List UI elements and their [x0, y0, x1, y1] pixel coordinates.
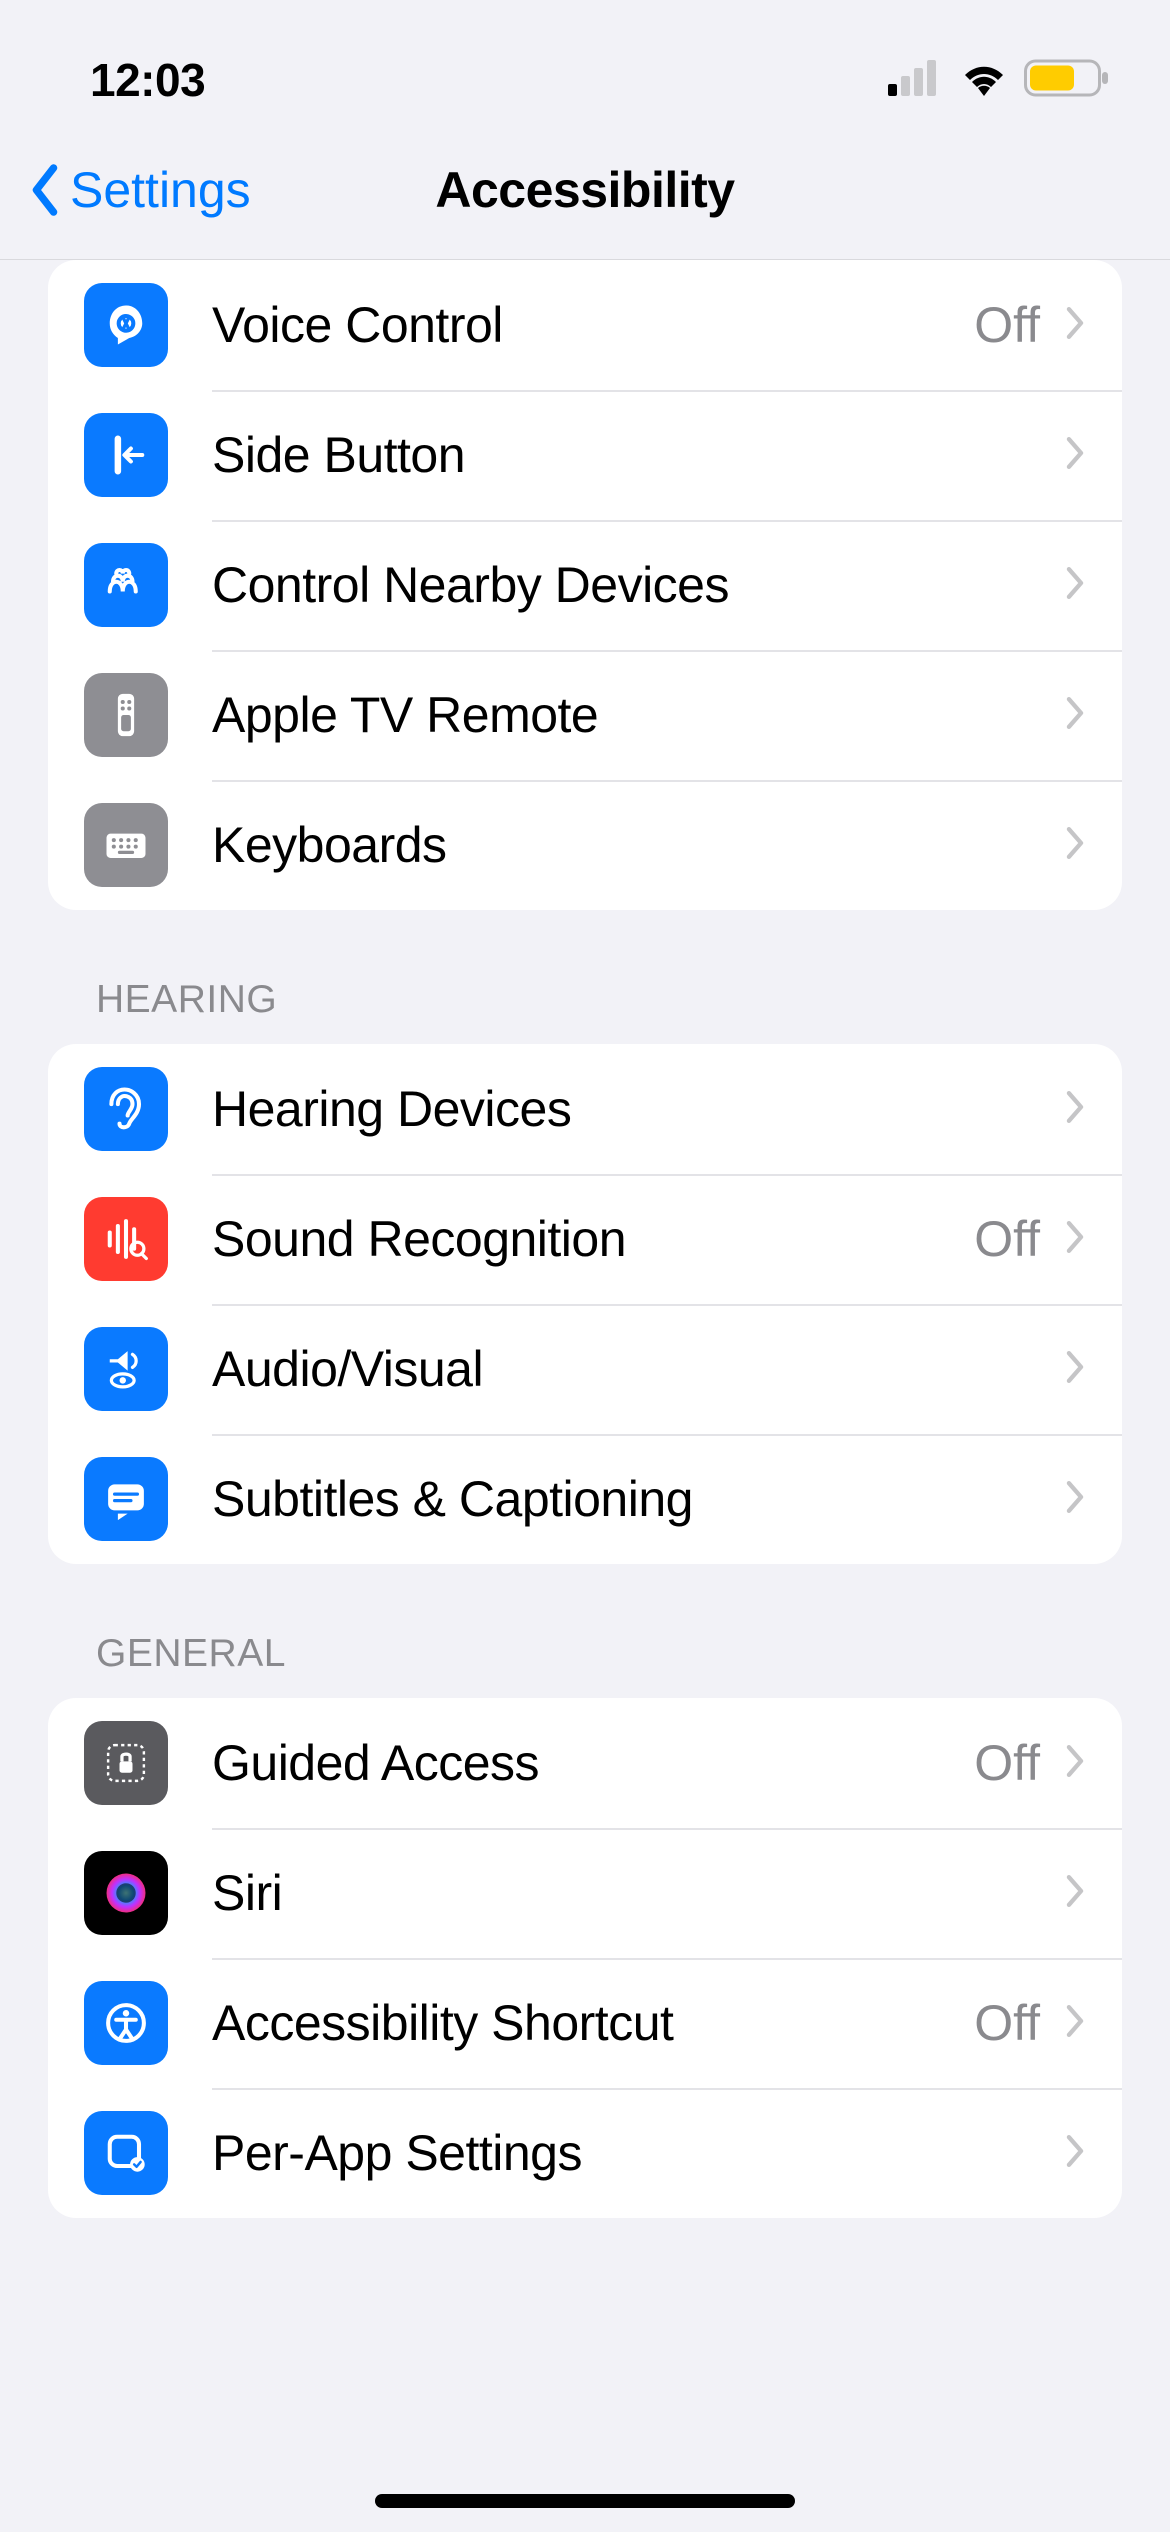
hearing-devices-icon: [84, 1067, 168, 1151]
row-label: Siri: [212, 1864, 1064, 1922]
section-hearing: HEARING Hearing Devices Sound Recognitio…: [48, 978, 1122, 1564]
status-indicators: [888, 58, 1110, 103]
audio-visual-icon: [84, 1327, 168, 1411]
row-per-app-settings[interactable]: Per-App Settings: [48, 2088, 1122, 2218]
row-label: Per-App Settings: [212, 2124, 1064, 2182]
row-label: Apple TV Remote: [212, 686, 1064, 744]
chevron-right-icon: [1064, 2002, 1086, 2045]
row-value: Off: [974, 1734, 1040, 1792]
chevron-left-icon: [28, 163, 62, 217]
row-audio-visual[interactable]: Audio/Visual: [48, 1304, 1122, 1434]
row-label: Hearing Devices: [212, 1080, 1064, 1138]
row-label: Accessibility Shortcut: [212, 1994, 974, 2052]
row-siri[interactable]: Siri: [48, 1828, 1122, 1958]
accessibility-shortcut-icon: [84, 1981, 168, 2065]
row-accessibility-shortcut[interactable]: Accessibility Shortcut Off: [48, 1958, 1122, 2088]
row-subtitles-captioning[interactable]: Subtitles & Captioning: [48, 1434, 1122, 1564]
control-nearby-devices-icon: [84, 543, 168, 627]
row-label: Subtitles & Captioning: [212, 1470, 1064, 1528]
guided-access-icon: [84, 1721, 168, 1805]
chevron-right-icon: [1064, 304, 1086, 347]
row-label: Side Button: [212, 426, 1064, 484]
chevron-right-icon: [1064, 1478, 1086, 1521]
battery-icon: [1024, 58, 1110, 103]
row-label: Voice Control: [212, 296, 974, 354]
wifi-icon: [958, 59, 1010, 102]
keyboard-icon: [84, 803, 168, 887]
row-value: Off: [974, 1994, 1040, 2052]
chevron-right-icon: [1064, 434, 1086, 477]
chevron-right-icon: [1064, 1218, 1086, 1261]
section-general: GENERAL Guided Access Off Siri: [48, 1632, 1122, 2218]
nav-header: Settings Accessibility: [0, 120, 1170, 260]
sound-recognition-icon: [84, 1197, 168, 1281]
row-value: Off: [974, 296, 1040, 354]
row-apple-tv-remote[interactable]: Apple TV Remote: [48, 650, 1122, 780]
chevron-right-icon: [1064, 2132, 1086, 2175]
back-button[interactable]: Settings: [28, 161, 251, 219]
home-indicator: [375, 2494, 795, 2508]
row-hearing-devices[interactable]: Hearing Devices: [48, 1044, 1122, 1174]
chevron-right-icon: [1064, 1088, 1086, 1131]
section-header: HEARING: [48, 978, 1122, 1044]
row-side-button[interactable]: Side Button: [48, 390, 1122, 520]
row-label: Control Nearby Devices: [212, 556, 1064, 614]
siri-icon: [84, 1851, 168, 1935]
row-guided-access[interactable]: Guided Access Off: [48, 1698, 1122, 1828]
row-label: Keyboards: [212, 816, 1064, 874]
status-bar: 12:03: [0, 0, 1170, 120]
chevron-right-icon: [1064, 1872, 1086, 1915]
chevron-right-icon: [1064, 1742, 1086, 1785]
side-button-icon: [84, 413, 168, 497]
row-sound-recognition[interactable]: Sound Recognition Off: [48, 1174, 1122, 1304]
row-value: Off: [974, 1210, 1040, 1268]
row-label: Guided Access: [212, 1734, 974, 1792]
per-app-settings-icon: [84, 2111, 168, 2195]
subtitles-icon: [84, 1457, 168, 1541]
back-label: Settings: [70, 161, 251, 219]
row-label: Sound Recognition: [212, 1210, 974, 1268]
row-label: Audio/Visual: [212, 1340, 1064, 1398]
section-header: GENERAL: [48, 1632, 1122, 1698]
section-physical: Voice Control Off Side Button Control Ne…: [48, 260, 1122, 910]
chevron-right-icon: [1064, 694, 1086, 737]
chevron-right-icon: [1064, 824, 1086, 867]
apple-tv-remote-icon: [84, 673, 168, 757]
row-keyboards[interactable]: Keyboards: [48, 780, 1122, 910]
status-time: 12:03: [90, 53, 205, 107]
row-voice-control[interactable]: Voice Control Off: [48, 260, 1122, 390]
cellular-icon: [888, 60, 944, 101]
row-control-nearby-devices[interactable]: Control Nearby Devices: [48, 520, 1122, 650]
chevron-right-icon: [1064, 564, 1086, 607]
chevron-right-icon: [1064, 1348, 1086, 1391]
voice-control-icon: [84, 283, 168, 367]
